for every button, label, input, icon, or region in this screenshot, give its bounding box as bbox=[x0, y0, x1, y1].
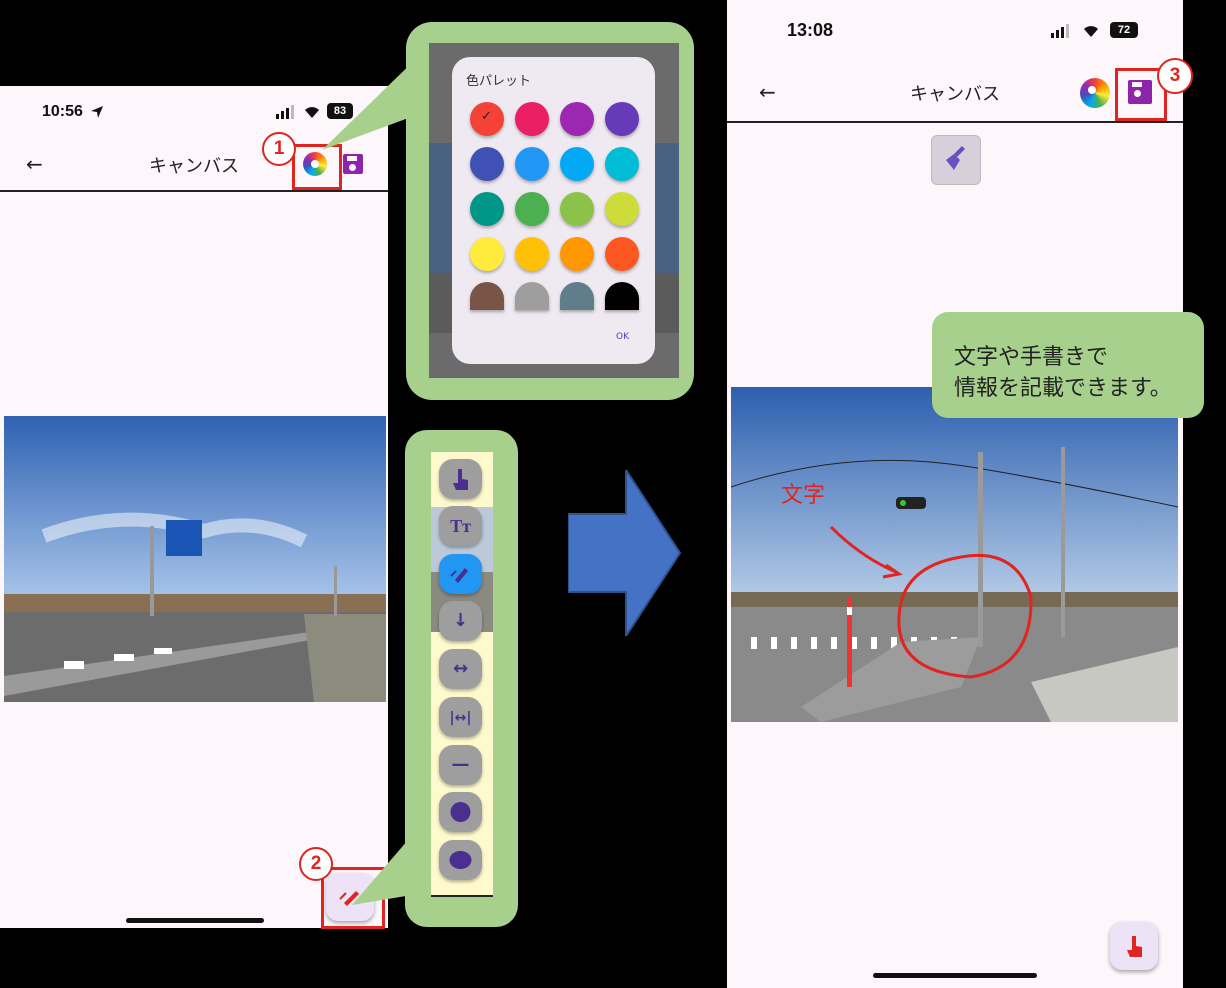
color-swatch[interactable] bbox=[515, 192, 549, 226]
text-size-icon: Tт bbox=[450, 516, 471, 536]
broom-icon bbox=[946, 146, 965, 170]
color-swatch[interactable] bbox=[560, 192, 594, 226]
double-arrow-tool-button[interactable]: ↔ bbox=[439, 649, 482, 689]
battery-indicator: 72 bbox=[1110, 22, 1138, 38]
arrow-down-icon: ↓ bbox=[452, 610, 469, 631]
color-swatch[interactable] bbox=[605, 237, 639, 271]
clear-canvas-button[interactable] bbox=[931, 135, 981, 185]
color-swatch[interactable] bbox=[515, 102, 549, 136]
callout-text: 文字や手書きで 情報を記載できます。 bbox=[954, 342, 1172, 404]
status-time: 13:08 bbox=[787, 20, 834, 40]
callout-line-1: 文字や手書きで bbox=[954, 345, 1109, 370]
status-bar: 13:08 72 bbox=[727, 0, 1183, 52]
color-swatch[interactable]: ✓ bbox=[470, 102, 504, 136]
step-badge-3: 3 bbox=[1157, 58, 1193, 94]
color-swatch[interactable] bbox=[470, 282, 504, 310]
handwritten-text-annotation: 文字 bbox=[781, 483, 826, 508]
home-indicator bbox=[873, 973, 1037, 978]
pan-fab-button[interactable] bbox=[1110, 922, 1158, 970]
callout-line-2: 情報を記載できます。 bbox=[954, 376, 1172, 401]
color-palette-dialog: 色パレット ✓ OK bbox=[452, 57, 655, 364]
color-swatch[interactable] bbox=[605, 147, 639, 181]
line-tool-button[interactable]: — bbox=[439, 745, 482, 785]
wifi-icon bbox=[1084, 26, 1098, 37]
signal-icon bbox=[1051, 24, 1069, 38]
draw-tool-button[interactable] bbox=[439, 554, 482, 594]
line-icon: — bbox=[451, 754, 470, 775]
dimension-tool-button[interactable]: |↔| bbox=[439, 697, 482, 737]
color-swatch[interactable] bbox=[470, 147, 504, 181]
dimension-icon: |↔| bbox=[449, 710, 472, 726]
color-swatch[interactable] bbox=[605, 192, 639, 226]
color-palette-icon[interactable] bbox=[1080, 78, 1110, 108]
color-swatch[interactable] bbox=[470, 192, 504, 226]
hand-pointer-icon bbox=[453, 469, 468, 490]
circle-fill-icon bbox=[450, 802, 471, 822]
strip-divider bbox=[431, 895, 493, 897]
pan-tool-button[interactable] bbox=[439, 459, 482, 499]
color-swatch[interactable] bbox=[560, 237, 594, 271]
color-swatch[interactable] bbox=[560, 147, 594, 181]
color-swatch[interactable] bbox=[560, 102, 594, 136]
check-icon: ✓ bbox=[481, 109, 492, 124]
dialog-title: 色パレット bbox=[466, 74, 532, 89]
pencil-icon bbox=[450, 568, 468, 583]
ok-button[interactable]: OK bbox=[616, 332, 629, 342]
color-swatch[interactable] bbox=[515, 282, 549, 310]
color-swatch[interactable] bbox=[515, 237, 549, 271]
color-swatch[interactable] bbox=[470, 237, 504, 271]
color-swatch[interactable] bbox=[560, 282, 594, 310]
canvas-photo[interactable]: 文字 bbox=[731, 387, 1178, 722]
double-arrow-icon: ↔ bbox=[452, 658, 469, 679]
oval-tool-button[interactable] bbox=[439, 840, 482, 880]
hand-pointer-icon bbox=[1127, 936, 1142, 957]
color-swatch[interactable] bbox=[605, 102, 639, 136]
right-arrow-icon bbox=[568, 470, 682, 636]
text-tool-button[interactable]: Tт bbox=[439, 506, 482, 546]
circle-tool-button[interactable] bbox=[439, 792, 482, 832]
arrow-tool-button[interactable]: ↓ bbox=[439, 601, 482, 641]
oval-fill-icon bbox=[449, 851, 472, 869]
color-swatch[interactable] bbox=[515, 147, 549, 181]
color-swatch[interactable] bbox=[605, 282, 639, 310]
